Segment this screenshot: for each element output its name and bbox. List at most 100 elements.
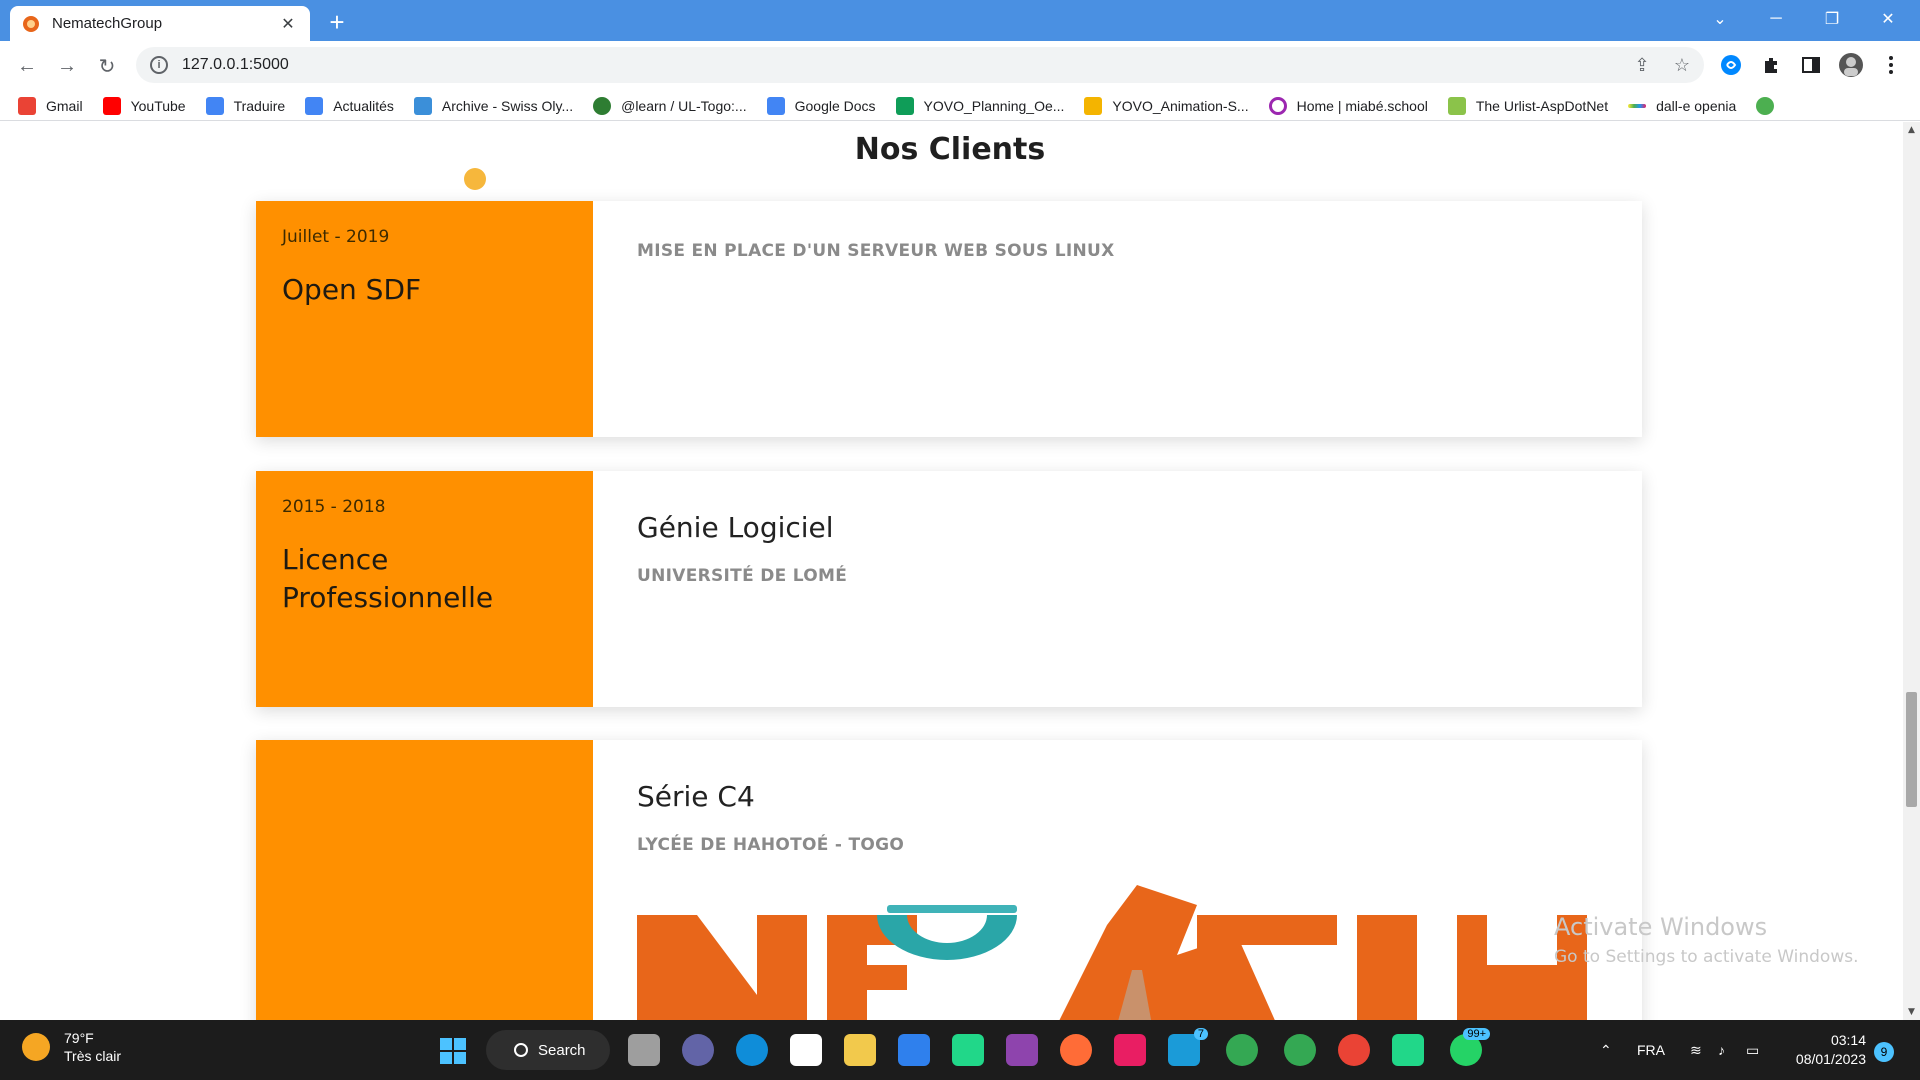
google-news-icon [305,96,324,115]
bookmark-traduire[interactable]: Traduire [205,96,285,115]
site-info-icon[interactable]: i [150,56,168,74]
gmail-icon [18,96,36,115]
scroll-down-arrow-icon[interactable]: ▼ [1903,1004,1920,1020]
clock-date: 08/01/2023 [1795,1051,1866,1067]
windows-logo-icon [440,1038,452,1050]
mail-icon[interactable] [898,1034,930,1066]
bookmark-dalle[interactable]: dall-e openia [1628,98,1736,114]
tray-chevron-icon[interactable]: ⌃ [1600,1020,1612,1080]
browser-titlebar: NematechGroup ✕ + ⌄ ─ ❐ ✕ [0,0,1920,41]
card-period: 2015 - 2018 [282,497,386,517]
bookmark-google-docs[interactable]: Google Docs [766,96,876,115]
card-left-panel [256,740,593,1020]
card-right-title: Série C4 [637,780,755,813]
google-docs-icon [766,96,785,115]
whatsapp-icon[interactable]: 99+ [1450,1028,1490,1066]
bookmark-actualites[interactable]: Actualités [305,96,394,115]
close-window-button[interactable]: ✕ [1860,0,1916,38]
card-right-panel: Série C4 LYCÉE DE HAHOTOÉ - TOGO [593,740,1642,1020]
profile-avatar[interactable] [1836,50,1866,80]
restore-button[interactable]: ❐ [1804,0,1860,38]
bookmarks-bar: Gmail YouTube Traduire Actualités Archiv… [0,91,1920,121]
battery-icon[interactable]: ▭ [1746,1020,1759,1080]
bookmark-youtube[interactable]: YouTube [102,96,186,115]
intellij-icon[interactable] [1114,1034,1146,1066]
bookmark-urlist[interactable]: The Urlist-AspDotNet [1447,96,1608,115]
edge-icon[interactable] [736,1034,768,1066]
overflow-badge-icon [1756,96,1775,115]
weather-condition: Très clair [64,1048,122,1064]
postman-icon[interactable] [1060,1034,1092,1066]
bookmark-learn[interactable]: @learn / UL-Togo:... [593,96,747,115]
new-tab-button[interactable]: + [322,8,352,38]
side-panel-icon[interactable] [1796,50,1826,80]
clock-time: 03:14 [1830,1032,1866,1048]
close-tab-icon[interactable]: ✕ [278,14,298,34]
tab-search-chevron-icon[interactable]: ⌄ [1692,0,1748,38]
scrollbar-thumb[interactable] [1906,692,1917,807]
client-card: Série C4 LYCÉE DE HAHOTOÉ - TOGO [256,740,1642,1020]
pycharm-icon[interactable] [952,1034,984,1066]
reload-button[interactable]: ↻ [90,49,124,83]
vscode-icon[interactable]: 7 [1168,1028,1208,1066]
card-right-panel: Génie Logiciel UNIVERSITÉ DE LOMÉ [593,471,1642,707]
browser-tab[interactable]: NematechGroup ✕ [10,6,310,41]
card-right-panel: MISE EN PLACE D'UN SERVEUR WEB SOUS LINU… [593,201,1642,437]
search-icon [514,1043,528,1057]
teams-chat-icon[interactable] [682,1034,714,1066]
minimize-button[interactable]: ─ [1748,0,1804,38]
nematech-favicon-icon [22,15,40,33]
file-explorer-icon[interactable] [844,1034,876,1066]
chrome-icon[interactable] [1226,1034,1258,1066]
clock[interactable]: 03:14 08/01/2023 [1790,1032,1866,1067]
miabe-school-icon [1268,96,1287,115]
chrome-profile-2-icon[interactable] [1284,1034,1316,1066]
learn-icon [593,96,612,115]
bookmark-miabe-school[interactable]: Home | miabé.school [1268,96,1428,115]
share-icon[interactable]: ⇪ [1624,47,1660,83]
taskbar-search[interactable]: Search [486,1030,610,1070]
google-sheets-icon [895,96,914,115]
nematech-logo [637,885,1587,1020]
menu-kebab-icon[interactable] [1876,50,1906,80]
watermark-subtitle: Go to Settings to activate Windows. [1554,947,1859,967]
card-left-title: Licence Professionnelle [282,543,494,614]
card-right-title: Génie Logiciel [637,511,834,544]
scroll-up-arrow-icon[interactable]: ▲ [1903,122,1920,138]
bookmark-archive[interactable]: Archive - Swiss Oly... [413,96,573,115]
card-subtitle: MISE EN PLACE D'UN SERVEUR WEB SOUS LINU… [637,241,1115,261]
bookmark-star-icon[interactable]: ☆ [1664,47,1700,83]
language-indicator[interactable]: FRA [1637,1020,1665,1080]
bookmark-yovo-animation[interactable]: YOVO_Animation-S... [1084,96,1249,115]
vscode-badge: 7 [1193,1028,1208,1040]
dalle-icon [1628,103,1647,108]
page-scrollbar[interactable]: ▲ ▼ [1903,122,1920,1020]
card-subtitle: LYCÉE DE HAHOTOÉ - TOGO [637,835,905,855]
address-bar[interactable]: i 127.0.0.1:5000 [136,47,1704,83]
search-label: Search [538,1041,586,1059]
extension-shazam-icon[interactable] [1716,50,1746,80]
card-period: Juillet - 2019 [282,227,390,247]
bookmark-overflow[interactable] [1756,96,1784,115]
weather-widget[interactable]: 79°F Très clair [22,1030,121,1064]
notification-badge[interactable]: 9 [1874,1042,1894,1062]
start-button[interactable] [440,1038,466,1064]
windows-taskbar: 79°F Très clair Search 7 99+ ⌃ FRA ≋ ♪ ▭… [0,1020,1920,1080]
bookmark-gmail[interactable]: Gmail [18,96,83,115]
forward-button[interactable]: → [50,49,84,83]
task-view-icon[interactable] [628,1034,660,1066]
visual-studio-icon[interactable] [1006,1034,1038,1066]
section-title: Nos Clients [854,132,1046,167]
urlist-icon [1447,96,1466,115]
weather-temp: 79°F [64,1030,94,1046]
client-card: 2015 - 2018 Licence Professionnelle Géni… [256,471,1642,707]
browser-toolbar: ← → ↻ i 127.0.0.1:5000 ⇪ ☆ [0,41,1920,91]
microsoft-store-icon[interactable] [790,1034,822,1066]
chrome-profile-3-icon[interactable] [1338,1034,1370,1066]
pycharm-2-icon[interactable] [1392,1034,1424,1066]
back-button[interactable]: ← [10,49,44,83]
volume-icon[interactable]: ♪ [1718,1020,1725,1080]
wifi-icon[interactable]: ≋ [1690,1020,1702,1080]
extensions-puzzle-icon[interactable] [1756,50,1786,80]
bookmark-yovo-planning[interactable]: YOVO_Planning_Oe... [895,96,1064,115]
